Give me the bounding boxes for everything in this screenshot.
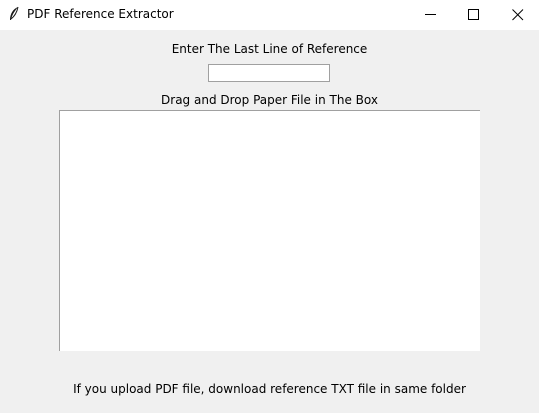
minimize-button[interactable]	[408, 0, 454, 30]
close-icon	[512, 9, 524, 21]
maximize-icon	[468, 9, 479, 20]
dropzone-label: Drag and Drop Paper File in The Box	[161, 93, 378, 107]
footer-note: If you upload PDF file, download referen…	[73, 382, 466, 396]
feather-icon	[8, 6, 20, 22]
window-title: PDF Reference Extractor	[27, 7, 174, 21]
reference-label: Enter The Last Line of Reference	[171, 42, 368, 56]
title-bar[interactable]: PDF Reference Extractor	[0, 0, 539, 30]
reference-input[interactable]	[208, 64, 330, 82]
window-content: Enter The Last Line of Reference Drag an…	[0, 30, 539, 413]
maximize-button[interactable]	[451, 0, 497, 30]
close-button[interactable]	[495, 0, 539, 30]
minimize-icon	[425, 14, 436, 15]
file-drop-zone[interactable]	[59, 110, 480, 351]
